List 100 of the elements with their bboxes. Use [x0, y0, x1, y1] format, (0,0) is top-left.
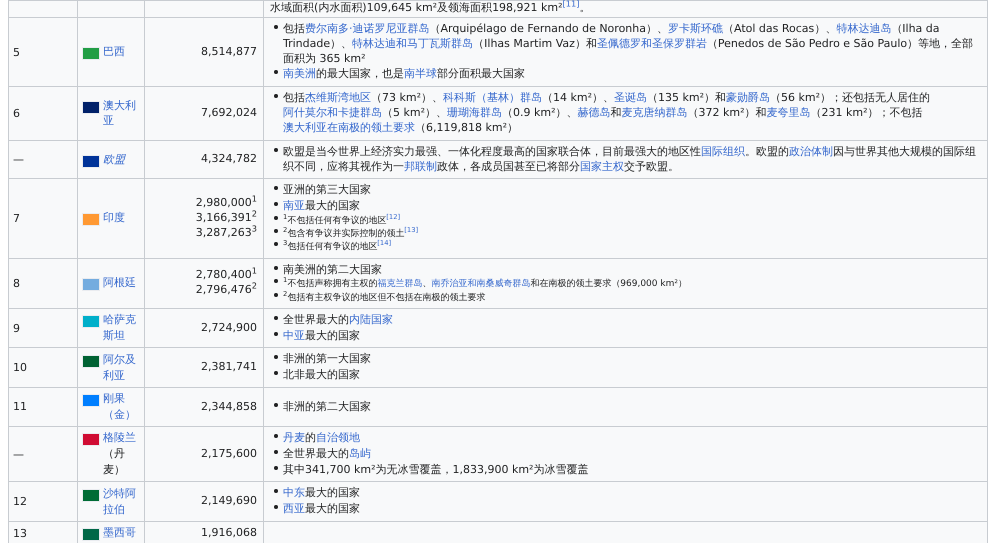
note-text: 中亚最大的国家 — [283, 328, 360, 344]
link[interactable]: [14] — [377, 242, 392, 252]
note-text: $^{2}$包括有主权争议的地区但不包括在南极的领土要求 — [283, 292, 486, 304]
link[interactable]: 南亚 — [283, 199, 305, 212]
bullet-icon — [274, 94, 278, 98]
area-value: 4,324,782 — [200, 152, 257, 168]
link[interactable]: 邦联制 — [404, 160, 437, 173]
link[interactable]: 欧盟 — [103, 152, 125, 168]
link[interactable]: 珊瑚海群岛 — [447, 106, 502, 120]
bullet-icon — [274, 466, 278, 470]
link[interactable]: 政治体制 — [789, 144, 833, 158]
link[interactable]: 南半球 — [404, 67, 437, 80]
bullet-icon — [274, 202, 278, 206]
link[interactable]: 麦克唐纳群岛 — [622, 106, 688, 120]
area-value: 7,692,024 — [200, 106, 257, 121]
area-value: 2,780,400$^{1}$ — [194, 268, 257, 282]
link[interactable]: 岛屿 — [349, 446, 371, 460]
rank-cell: 13 — [8, 522, 78, 543]
bullet-icon — [274, 148, 278, 152]
link[interactable]: 南乔治亚和南桑威奇群岛 — [431, 279, 530, 290]
area-value: 2,381,741 — [200, 360, 257, 376]
link[interactable]: 杰维斯湾地区 — [305, 91, 371, 104]
link[interactable]: 中亚 — [283, 328, 305, 342]
note-text: 亚洲的第三大国家 — [283, 183, 371, 198]
area-value: 3,287,263$^{3}$ — [194, 226, 257, 241]
rank-cell: 8 — [8, 258, 78, 308]
bullet-icon — [274, 292, 278, 297]
link[interactable]: [13] — [404, 229, 418, 240]
link[interactable]: 麦夸里岛 — [766, 106, 810, 120]
link[interactable]: 西亚 — [283, 502, 305, 516]
flag-icon — [82, 100, 100, 114]
area-value: 2,344,858 — [200, 400, 257, 414]
note-text: 其中341,700 km²为无冰雪覆盖，1,833,900 km²为冰雪覆盖 — [283, 462, 588, 478]
link[interactable]: 内陆国家 — [349, 312, 393, 326]
link[interactable]: [12] — [386, 216, 400, 226]
link[interactable]: 澳大利亚在南极的领土要求 — [283, 120, 415, 134]
note-text: 欧盟是当今世界上经济实力最强、一体化程度最高的国家联合体，目前最强大的地区性国际组织。欧盟的政治体制因与世界其他大规模的国际组织不同，应将其视作为一邦联制政体，各成员国甚至已将部分国家主权交予欧盟。 — [283, 144, 977, 174]
rank-cell: 5 — [8, 17, 78, 87]
link[interactable]: 费尔南多·迪诺罗尼亚群岛 — [305, 22, 430, 35]
link[interactable]: 赫德岛 — [578, 106, 610, 120]
flag-icon — [82, 154, 100, 168]
note-text: $^{1}$不包括声称拥有主权的福克兰群岛、南乔治亚和南桑威奇群岛和在南极的领土要求（969,000 km²） — [283, 278, 687, 291]
rank-cell: 6 — [8, 86, 78, 140]
bullet-icon — [274, 216, 278, 220]
link[interactable]: 罗卡斯环礁 — [668, 22, 723, 35]
flag-icon — [82, 528, 100, 542]
link[interactable]: 圣诞岛 — [614, 91, 647, 104]
rank-cell: 7 — [8, 178, 78, 258]
link[interactable]: 巴西 — [103, 44, 125, 60]
link[interactable]: 阿根廷 — [103, 275, 136, 292]
link[interactable]: 南美洲 — [283, 67, 316, 80]
area-value: 3,166,391$^{2}$ — [194, 211, 257, 225]
link[interactable]: 自治领地 — [316, 430, 360, 444]
area-value: 8,514,877 — [200, 44, 257, 60]
link[interactable]: 圣佩德罗和圣保罗群岩 — [596, 36, 707, 50]
area-value: 2,175,600 — [200, 446, 257, 462]
link[interactable]: 阿什莫尔和卡捷群岛 — [283, 106, 382, 120]
note-text: 南美洲的第二大国家 — [283, 262, 382, 277]
note-text: 北非最大的国家 — [283, 368, 360, 384]
note-text: 全世界最大的岛屿 — [283, 446, 371, 462]
link[interactable]: 印度 — [103, 210, 125, 226]
link[interactable]: 科科斯（基林）群岛 — [443, 91, 542, 104]
link[interactable]: 特林达迪岛 — [836, 22, 892, 35]
note-text: 全世界最大的内陆国家 — [283, 312, 393, 328]
bullet-icon — [274, 355, 278, 360]
link[interactable]: 格陵兰 — [103, 430, 140, 446]
bullet-icon — [274, 186, 278, 190]
flag-icon — [82, 213, 100, 226]
link[interactable]: 中东 — [283, 486, 305, 500]
rank-cell: 12 — [8, 482, 78, 522]
link[interactable]: 国际组织 — [701, 144, 745, 158]
bullet-icon — [274, 505, 278, 510]
bullet-icon — [274, 332, 278, 336]
bullet-icon — [274, 316, 278, 320]
flag-icon — [82, 354, 100, 368]
bullet-icon — [274, 434, 278, 438]
area-value: 2,149,690 — [200, 494, 257, 510]
link[interactable]: 福克兰群岛 — [377, 279, 422, 290]
note-text: 南美洲的最大国家，也是南半球部分面积最大国家 — [283, 67, 525, 82]
bullet-icon — [274, 489, 278, 494]
note-text: $^{2}$包含有争议并实际控制的领土$^{[13]}$ — [283, 228, 418, 240]
bullet-icon — [274, 266, 278, 270]
rank-cell: 10 — [8, 348, 78, 388]
bullet-icon — [274, 24, 278, 29]
link[interactable]: 丹麦 — [283, 430, 305, 444]
note-text: 水域面积(内水面积)109,645 km²及领海面积198,921 km²$^{[11]}$。 — [270, 1, 590, 14]
link[interactable]: 特林达迪和马丁瓦斯群岛 — [352, 36, 474, 50]
note-text: $^{3}$包括任何有争议的地区$^{[14]}$ — [283, 241, 392, 254]
note-text: 南亚最大的国家 — [283, 199, 360, 214]
link[interactable]: 豪勋爵岛 — [726, 91, 770, 104]
country-note: （丹麦） — [103, 446, 126, 478]
area-value: 1,916,068 — [200, 526, 257, 541]
bullet-icon — [274, 402, 278, 407]
link[interactable]: [11] — [562, 1, 580, 14]
link[interactable]: 国家主权 — [580, 160, 624, 173]
note-text: 中东最大的国家 — [283, 486, 360, 502]
bullet-icon — [274, 229, 278, 234]
flag-icon — [82, 278, 100, 292]
area-value: 2,724,900 — [200, 320, 257, 336]
bullet-icon — [274, 450, 278, 454]
